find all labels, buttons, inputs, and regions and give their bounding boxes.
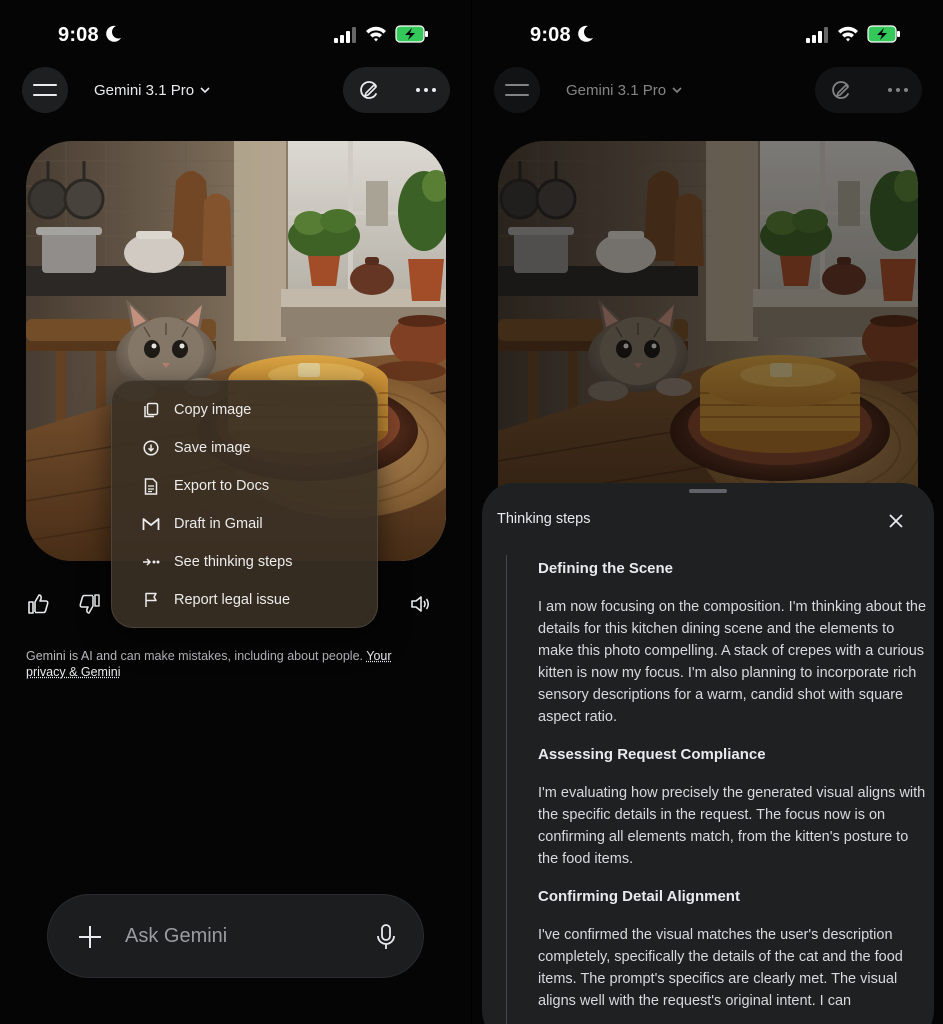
more-options-button[interactable]: [886, 78, 910, 102]
menu-item-label: Save image: [174, 440, 251, 456]
cellular-signal-icon: [806, 27, 828, 43]
thinking-steps-sheet: Thinking steps Defining the Scene I am n…: [482, 483, 934, 1024]
menu-item-label: Draft in Gmail: [174, 516, 263, 532]
close-icon[interactable]: [888, 513, 904, 529]
step-title: Defining the Scene: [538, 560, 674, 577]
moon-icon: [578, 25, 593, 42]
status-bar: 9:08: [472, 0, 943, 70]
thinking-steps-icon: [143, 558, 160, 566]
flag-icon: [145, 592, 157, 607]
battery-charging-icon: [867, 25, 900, 43]
ai-disclaimer: Gemini is AI and can make mistakes, incl…: [26, 648, 446, 680]
status-time: 9:08: [58, 24, 99, 46]
image-context-menu: Copy image Save image Export to Docs Dra…: [111, 380, 378, 628]
download-icon: [143, 440, 159, 456]
sheet-drag-handle[interactable]: [689, 489, 727, 493]
temporary-chat-button[interactable]: [357, 78, 381, 102]
header-actions-pill: [343, 67, 450, 113]
hamburger-icon: [33, 84, 57, 96]
add-attachment-icon[interactable]: [76, 923, 104, 951]
step-body: I'm evaluating how precisely the generat…: [538, 785, 926, 867]
chevron-down-icon: [200, 87, 210, 94]
left-phone-screen: 9:08 Gemini 3.1 Pro Gemini is AI and can…: [0, 0, 471, 1024]
menu-item-label: See thinking steps: [174, 554, 293, 570]
navigation-menu-button[interactable]: [22, 67, 68, 113]
more-horizontal-icon: [888, 88, 908, 92]
docs-icon: [144, 477, 158, 495]
model-name: Gemini 3.1 Pro: [94, 81, 195, 99]
chevron-down-icon: [672, 87, 682, 94]
menu-item-export-docs[interactable]: Export to Docs: [112, 467, 379, 505]
steps-timeline-rule: [506, 555, 507, 1024]
sheet-title: Thinking steps: [497, 511, 591, 527]
status-bar: 9:08: [0, 0, 471, 70]
step-body: I've confirmed the visual matches the us…: [538, 927, 903, 1009]
header-actions-pill: [815, 67, 922, 113]
thumbs-down-icon[interactable]: [78, 592, 102, 616]
disclaimer-text: Gemini is AI and can make mistakes, incl…: [26, 649, 367, 663]
menu-item-label: Copy image: [174, 402, 252, 418]
menu-item-label: Export to Docs: [174, 478, 270, 494]
cellular-signal-icon: [334, 27, 356, 43]
microphone-icon[interactable]: [374, 923, 398, 951]
thinking-steps-list: Defining the Scene I am now focusing on …: [538, 555, 930, 1024]
model-picker[interactable]: Gemini 3.1 Pro: [94, 80, 210, 100]
battery-charging-icon: [395, 25, 428, 43]
more-horizontal-icon: [416, 88, 436, 92]
menu-item-draft-gmail[interactable]: Draft in Gmail: [112, 505, 379, 543]
menu-item-save-image[interactable]: Save image: [112, 429, 379, 467]
read-aloud-icon[interactable]: [408, 592, 432, 616]
menu-item-report-legal[interactable]: Report legal issue: [112, 581, 379, 619]
hamburger-icon: [505, 84, 529, 96]
copy-icon: [144, 402, 159, 418]
privacy-link-part2: privacy & Gemini: [26, 665, 121, 679]
status-time: 9:08: [530, 24, 571, 46]
right-phone-screen: 9:08 Gemini 3.1 Pro Thinking steps Defin…: [472, 0, 943, 1024]
wifi-icon: [838, 26, 858, 42]
step-title: Confirming Detail Alignment: [538, 888, 740, 905]
prompt-input-placeholder: Ask Gemini: [125, 925, 228, 947]
moon-icon: [106, 25, 121, 42]
more-options-button[interactable]: [414, 78, 438, 102]
temporary-chat-button[interactable]: [829, 78, 853, 102]
gmail-icon: [142, 518, 160, 530]
step-title: Assessing Request Compliance: [538, 746, 766, 763]
model-picker[interactable]: Gemini 3.1 Pro: [566, 80, 682, 100]
navigation-menu-button[interactable]: [494, 67, 540, 113]
menu-item-thinking-steps[interactable]: See thinking steps: [112, 543, 379, 581]
privacy-link-part1: Your: [366, 649, 392, 663]
edit-chat-icon: [832, 81, 849, 99]
menu-item-label: Report legal issue: [174, 592, 291, 608]
edit-chat-icon: [360, 81, 377, 99]
prompt-input-bar[interactable]: Ask Gemini: [47, 894, 424, 978]
wifi-icon: [366, 26, 386, 42]
thumbs-up-icon[interactable]: [26, 592, 50, 616]
menu-item-copy-image[interactable]: Copy image: [112, 391, 379, 429]
step-body: I am now focusing on the composition. I'…: [538, 599, 927, 725]
model-name: Gemini 3.1 Pro: [566, 81, 667, 99]
